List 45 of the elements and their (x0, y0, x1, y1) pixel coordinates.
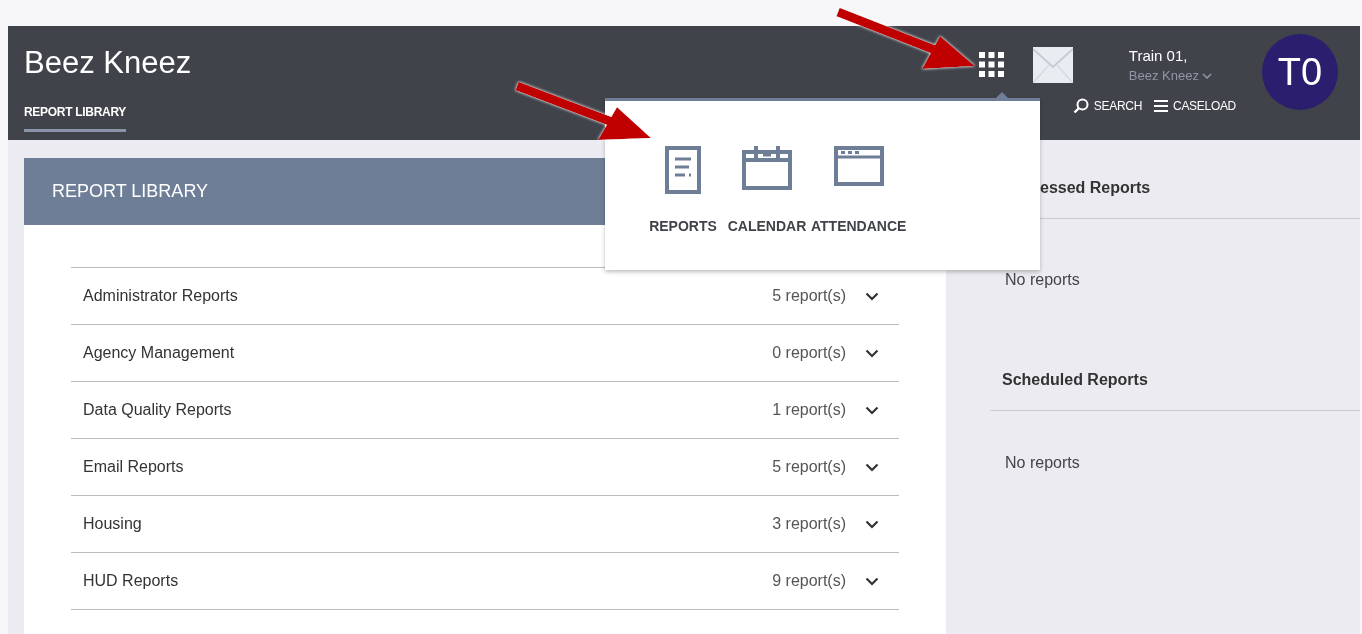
user-name: Train 01, (1128, 47, 1189, 64)
report-category-row[interactable]: Data Quality Reports 1 report(s) (71, 382, 899, 439)
search-icon (1072, 98, 1089, 114)
report-category-row[interactable]: Agency Management 0 report(s) (71, 325, 899, 382)
app-menu-item[interactable]: CALENDAR (727, 146, 807, 270)
report-count: 9 report(s) (772, 572, 846, 590)
chevron-down-icon[interactable] (865, 291, 879, 301)
chevron-down-icon[interactable] (865, 462, 879, 472)
report-count: 3 report(s) (772, 515, 846, 533)
user-avatar[interactable]: T0 (1262, 34, 1338, 110)
category-name: Email Reports (83, 458, 185, 476)
report-library-tab[interactable]: REPORT LIBRARY (24, 102, 127, 132)
report-count: 5 report(s) (772, 458, 846, 476)
menu-icon (1154, 100, 1169, 112)
report-category-row[interactable]: Email Reports 5 report(s) (71, 439, 899, 496)
app-menu-item[interactable]: ATTENDANCE (811, 146, 907, 270)
empty-message: No reports (1004, 453, 1081, 472)
chevron-down-icon[interactable] (865, 519, 879, 529)
browser-window-icon (833, 146, 884, 186)
chevron-down-icon[interactable] (865, 576, 879, 586)
card-title: REPORT LIBRARY (52, 181, 209, 202)
report-count: 5 report(s) (772, 287, 846, 305)
chevron-down-icon (1201, 72, 1212, 79)
report-count: 1 report(s) (772, 401, 846, 419)
document-icon (665, 146, 701, 194)
category-name: Administrator Reports (83, 287, 239, 305)
calendar-icon (742, 146, 792, 190)
section-title: Scheduled Reports (1002, 371, 1148, 389)
category-name: HUD Reports (83, 572, 180, 590)
chevron-down-icon[interactable] (865, 405, 879, 415)
search-link[interactable]: SEARCH (1068, 98, 1147, 114)
category-name: Housing (83, 515, 143, 533)
caseload-link[interactable]: CASELOAD (1150, 99, 1240, 113)
app-grid-icon[interactable] (978, 52, 1005, 78)
category-name: Data Quality Reports (83, 401, 233, 419)
empty-message: No reports (1004, 270, 1081, 289)
chevron-down-icon[interactable] (865, 348, 879, 358)
mail-icon[interactable] (1032, 47, 1073, 83)
section-title: essed Reports (1040, 179, 1151, 197)
app-title: Beez Kneez (24, 45, 193, 81)
report-category-row[interactable]: HUD Reports 9 report(s) (71, 553, 899, 610)
app-menu-item[interactable]: REPORTS (643, 146, 723, 270)
category-name: Agency Management (83, 344, 236, 362)
report-count: 0 report(s) (772, 344, 846, 362)
report-category-row[interactable]: Housing 3 report(s) (71, 496, 899, 553)
